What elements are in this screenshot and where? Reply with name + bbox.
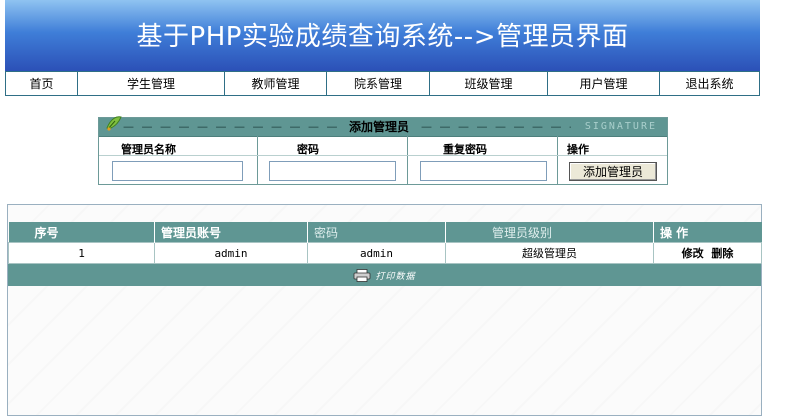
column-divider [407, 136, 408, 184]
add-admin-panel: — — — — — — — — — — — — — — — — — — — — … [98, 116, 668, 185]
header-banner: 基于PHP实验成绩查询系统-->管理员界面 [5, 0, 760, 72]
nav-item-teachers[interactable]: 教师管理 [225, 72, 327, 95]
nav-item-departments[interactable]: 院系管理 [327, 72, 430, 95]
repeat-password-input[interactable] [420, 161, 547, 181]
header-dash-right: — — — — — — — — — — — — — — — [421, 120, 571, 133]
header-level: 管理员级别 [445, 222, 654, 243]
nav-item-classes[interactable]: 班级管理 [430, 72, 548, 95]
cell-level: 超级管理员 [445, 242, 654, 264]
edit-link[interactable]: 修改 [682, 247, 704, 260]
print-data-label: 打印数据 [375, 271, 416, 282]
nav-item-home[interactable]: 首页 [6, 72, 78, 95]
table-row: 1 admin admin 超级管理员 修改 删除 [8, 242, 762, 264]
admin-list-panel: 序号 管理员账号 密码 管理员级别 操 作 1 admin admin 超级管理… [7, 204, 762, 416]
label-password: 密码 [297, 143, 319, 156]
main-nav: 首页 学生管理 教师管理 院系管理 班级管理 用户管理 退出系统 [5, 71, 760, 96]
printer-icon [354, 268, 371, 282]
column-divider [257, 136, 258, 184]
cell-password: admin [307, 242, 446, 264]
nav-item-logout[interactable]: 退出系统 [660, 72, 759, 95]
signature-watermark: SIGNATURE [584, 121, 657, 132]
add-admin-header: — — — — — — — — — — — — — — — — — — — — … [99, 118, 667, 137]
delete-link[interactable]: 删除 [711, 247, 733, 260]
column-divider [557, 136, 558, 184]
admin-table: 序号 管理员账号 密码 管理员级别 操 作 1 admin admin 超级管理… [8, 222, 762, 264]
nav-item-students[interactable]: 学生管理 [78, 72, 225, 95]
leaf-icon [106, 116, 122, 131]
cell-account: admin [154, 242, 308, 264]
label-repeat-password: 重复密码 [443, 143, 487, 156]
header-operations: 操 作 [653, 222, 762, 243]
cell-operations: 修改 删除 [653, 242, 762, 264]
add-admin-title: 添加管理员 [349, 120, 410, 134]
admin-name-input[interactable] [112, 161, 243, 181]
nav-item-users[interactable]: 用户管理 [548, 72, 660, 95]
add-admin-button[interactable]: 添加管理员 [569, 162, 657, 181]
table-header-row: 序号 管理员账号 密码 管理员级别 操 作 [8, 222, 762, 243]
password-input[interactable] [269, 161, 396, 181]
header-dash-left: — — — — — — — — — — — — — — — — — — — — … [123, 120, 345, 133]
header-password: 密码 [307, 222, 446, 243]
header-account: 管理员账号 [154, 222, 308, 243]
label-operation: 操作 [567, 143, 589, 156]
cell-index: 1 [8, 242, 155, 264]
print-data-button[interactable]: 打印数据 [353, 268, 416, 282]
label-admin-name: 管理员名称 [121, 143, 176, 156]
print-bar: 打印数据 [8, 264, 761, 286]
page-title: 基于PHP实验成绩查询系统-->管理员界面 [136, 22, 629, 52]
header-index: 序号 [8, 222, 155, 243]
